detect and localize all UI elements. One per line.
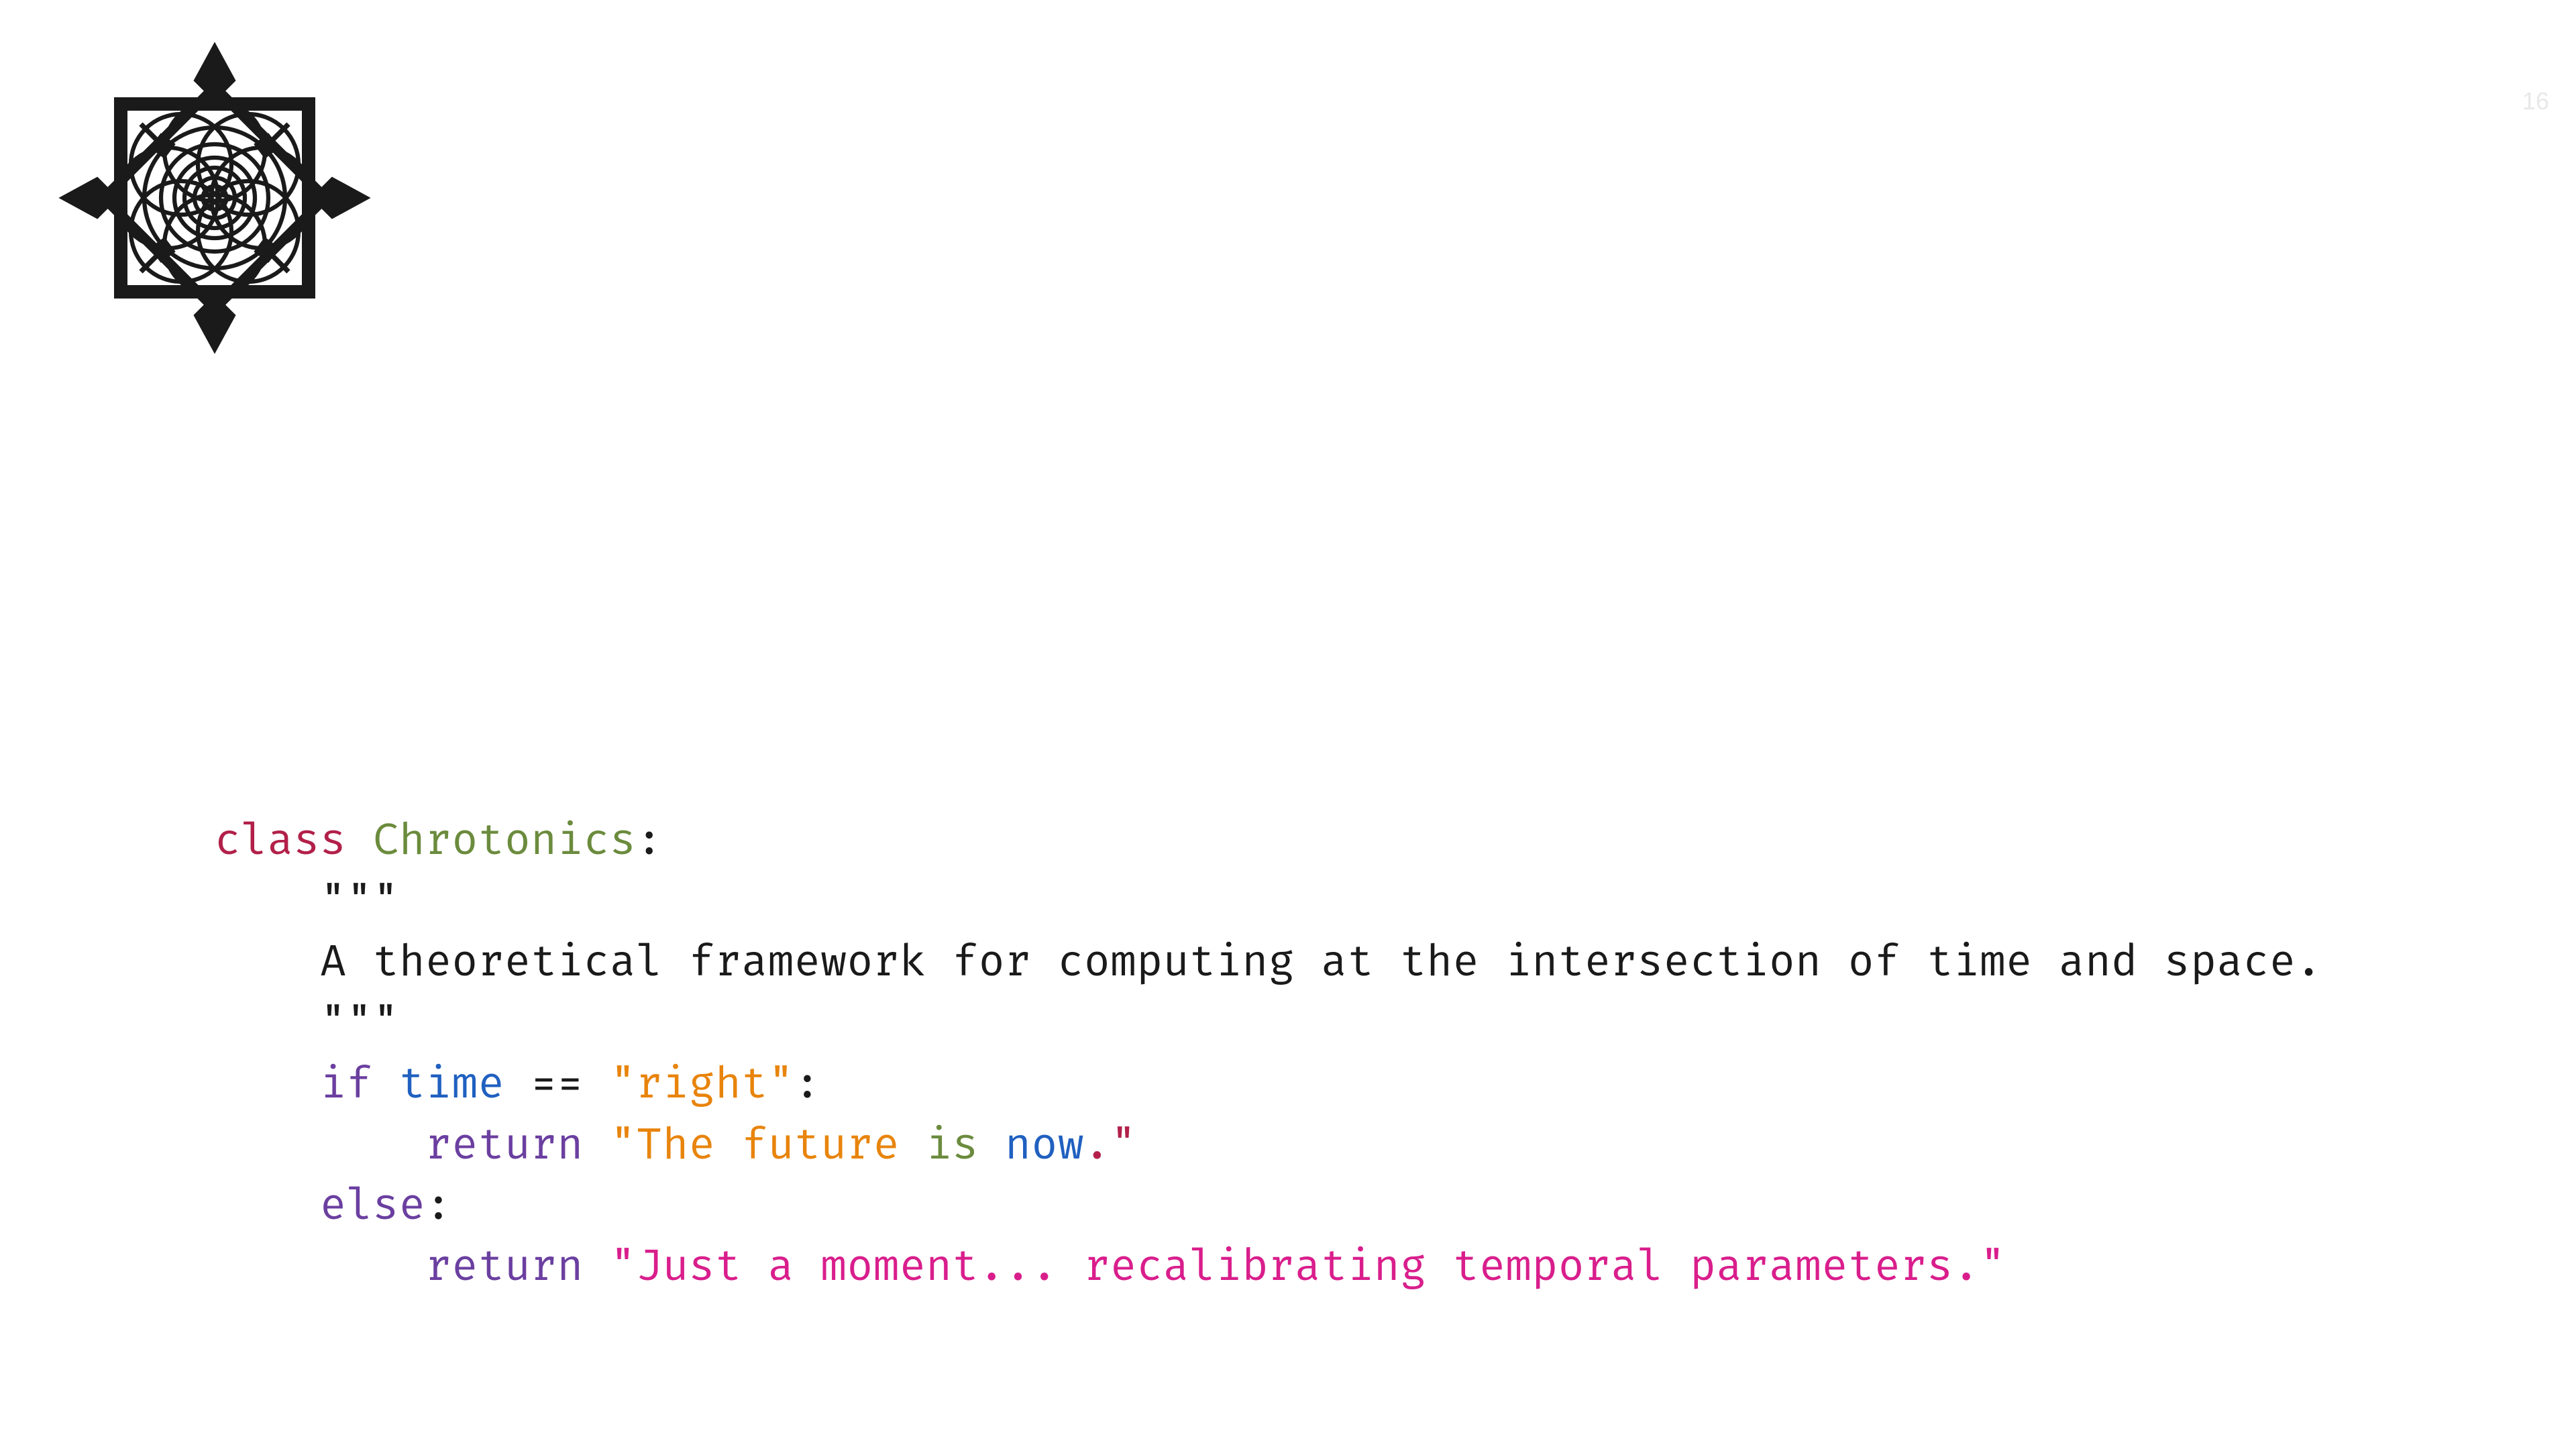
colon: : <box>794 1059 820 1111</box>
operator-eq: == <box>531 1059 584 1111</box>
indent <box>215 1120 425 1172</box>
indent <box>215 998 320 1050</box>
logo-mandala <box>47 30 382 366</box>
word-now: now <box>1005 1120 1084 1172</box>
colon: : <box>636 816 662 867</box>
quote: " <box>1110 1120 1136 1172</box>
docstring-text: A theoretical framework for computing at… <box>320 937 2322 989</box>
space <box>584 1120 610 1172</box>
space <box>584 1059 610 1111</box>
indent <box>215 937 320 989</box>
space <box>584 1242 610 1293</box>
string-right: "right" <box>610 1059 794 1111</box>
space <box>373 1059 399 1111</box>
space <box>346 816 372 867</box>
quote: " <box>610 1120 636 1172</box>
word-is: is <box>926 1120 979 1172</box>
keyword-if: if <box>320 1059 373 1111</box>
keyword-else: else <box>320 1181 425 1232</box>
indent <box>215 1242 425 1293</box>
code-block: class Chrotonics: """ A theoretical fram… <box>215 812 2322 1299</box>
keyword-return: return <box>425 1120 584 1172</box>
space <box>715 1120 741 1172</box>
colon: : <box>425 1181 451 1232</box>
class-name: Chrotonics <box>373 816 637 867</box>
indent <box>215 877 320 928</box>
space <box>900 1120 926 1172</box>
page-number: 16 <box>2522 87 2549 115</box>
variable-time: time <box>399 1059 504 1111</box>
indent <box>215 1181 320 1232</box>
keyword-class: class <box>215 816 346 867</box>
indent <box>215 1059 320 1111</box>
word-future: future <box>741 1120 900 1172</box>
keyword-return: return <box>425 1242 584 1293</box>
space <box>979 1120 1005 1172</box>
word-the: The <box>636 1120 715 1172</box>
space <box>504 1059 531 1111</box>
docstring-close: """ <box>320 998 399 1050</box>
period: . <box>1084 1120 1110 1172</box>
string-recalibrating: "Just a moment... recalibrating temporal… <box>610 1242 2006 1293</box>
docstring-open: """ <box>320 877 399 928</box>
